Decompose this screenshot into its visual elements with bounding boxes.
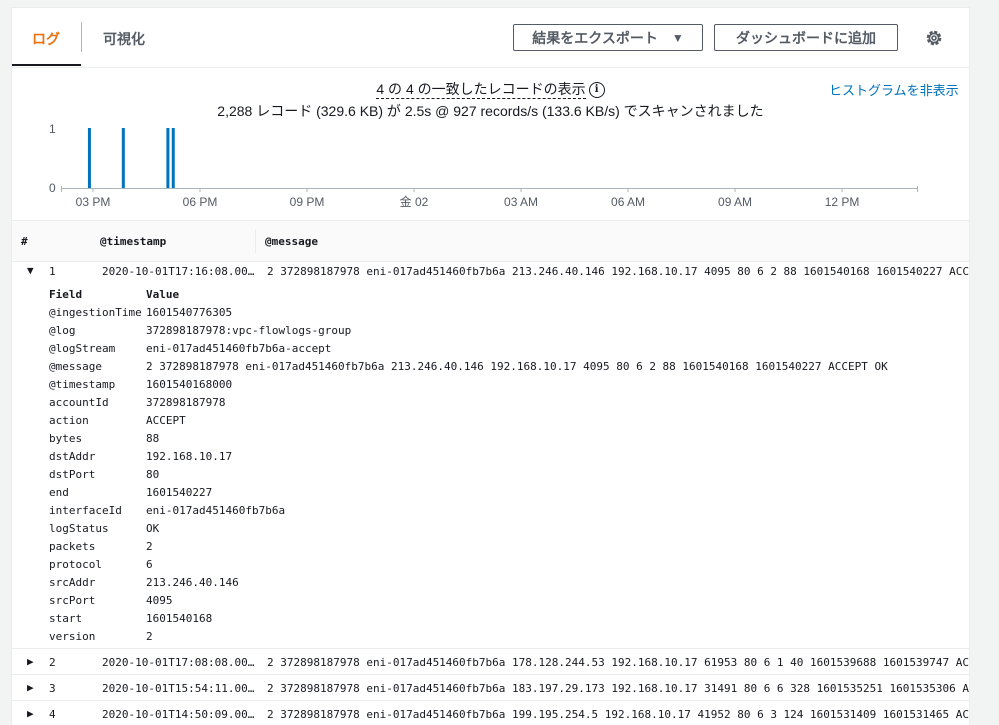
matched-records-text: 4 の 4 の一致したレコードの表示: [376, 81, 586, 99]
detail-field-header: Field: [49, 288, 83, 301]
detail-field-value: 2: [146, 540, 153, 553]
column-resize-handle[interactable]: [255, 229, 256, 253]
table-row[interactable]: ▶ 3 2020-10-01T15:54:11.00… 2 372898187978 …: [12, 680, 969, 698]
detail-field-value: 213.246.40.146: [146, 576, 239, 589]
detail-field-value: 4095: [146, 594, 173, 607]
table-row[interactable]: ▶ 4 2020-10-01T14:50:09.00… 2 372898187978 …: [12, 706, 969, 724]
export-results-button[interactable]: 結果をエクスポート ▼: [513, 24, 703, 51]
detail-field-value: eni-017ad451460fb7b6a-accept: [146, 342, 332, 355]
row-message: 2 372898187978 eni-017ad451460fb7b6a 183…: [267, 682, 970, 695]
detail-field-name: srcAddr: [49, 576, 96, 589]
detail-field-name: end: [49, 486, 69, 499]
column-header-number: #: [21, 235, 28, 248]
detail-field-value: 1601540168: [146, 612, 213, 625]
row-message: 2 372898187978 eni-017ad451460fb7b6a 178…: [267, 656, 970, 669]
detail-field-name: @message: [49, 360, 102, 373]
row-timestamp: 2020-10-01T17:08:08.00…: [102, 656, 255, 669]
x-tick-label: 09 PM: [290, 195, 325, 209]
detail-field-name: @logStream: [49, 342, 116, 355]
detail-field-name: @timestamp: [49, 378, 116, 391]
x-tick-label: 06 PM: [183, 195, 218, 209]
y-tick-label: 1: [49, 122, 56, 136]
detail-field-name: start: [49, 612, 83, 625]
detail-field-name: protocol: [49, 558, 102, 571]
log-event-detail: Field Value @ingestionTime 1601540776305 @lo…: [49, 288, 949, 648]
tab-visualization[interactable]: 可視化: [103, 29, 145, 49]
detail-field-name: interfaceId: [49, 504, 122, 517]
collapse-triangle-icon[interactable]: ▼: [27, 264, 34, 277]
hide-histogram-link[interactable]: ヒストグラムを非表示: [829, 80, 959, 99]
row-timestamp: 2020-10-01T15:54:11.00…: [102, 682, 255, 695]
detail-field-value: 192.168.10.17: [146, 450, 233, 463]
x-tick-label: 金 02: [400, 194, 429, 209]
detail-field-value: OK: [146, 522, 160, 535]
row-number: 1: [49, 265, 56, 278]
histogram-bar[interactable]: [87, 128, 91, 188]
caret-down-icon: ▼: [671, 30, 684, 45]
detail-field-value: 372898187978:vpc-flowlogs-group: [146, 324, 352, 337]
histogram-bar[interactable]: [166, 128, 170, 188]
expand-triangle-icon[interactable]: ▶: [27, 655, 34, 668]
detail-field-name: accountId: [49, 396, 109, 409]
x-tick-label: 03 AM: [504, 195, 538, 209]
y-tick-label: 0: [49, 181, 56, 195]
results-table-header: # @timestamp @message: [12, 220, 969, 262]
detail-field-value: 1601540776305: [146, 306, 233, 319]
table-row[interactable]: ▶ 2 2020-10-01T17:08:08.00… 2 372898187978 …: [12, 654, 969, 672]
x-tick-label: 03 PM: [76, 195, 111, 209]
detail-field-name: action: [49, 414, 89, 427]
x-tick-label: 09 AM: [718, 195, 752, 209]
column-header-message[interactable]: @message: [265, 235, 318, 248]
column-header-timestamp[interactable]: @timestamp: [100, 235, 166, 248]
logs-insights-results-panel: ログ 可視化 結果をエクスポート ▼ ダッシュボードに追加 4 の 4 の一致し…: [11, 7, 970, 725]
matched-records-summary: 4 の 4 の一致したレコードの表示 i: [12, 79, 969, 99]
tab-separator: [81, 22, 82, 52]
table-row[interactable]: ▼ 1 2020-10-01T17:16:08.00… 2 372898187978 …: [12, 263, 969, 281]
detail-field-name: bytes: [49, 432, 83, 445]
detail-field-value: eni-017ad451460fb7b6a: [146, 504, 286, 517]
add-to-dashboard-button[interactable]: ダッシュボードに追加: [714, 24, 898, 51]
histogram-bar[interactable]: [121, 128, 125, 188]
row-divider: [12, 648, 969, 649]
detail-field-name: @log: [49, 324, 76, 337]
expand-triangle-icon[interactable]: ▶: [27, 681, 34, 694]
x-tick-label: 12 PM: [825, 195, 860, 209]
detail-field-value: 2 372898187978 eni-017ad451460fb7b6a 213…: [146, 360, 888, 373]
row-divider: [12, 674, 969, 675]
row-message: 2 372898187978 eni-017ad451460fb7b6a 199…: [267, 708, 970, 721]
results-tab-bar: ログ 可視化 結果をエクスポート ▼ ダッシュボードに追加: [12, 8, 969, 68]
detail-field-value: 2: [146, 630, 153, 643]
histogram-bar[interactable]: [171, 128, 175, 188]
detail-field-name: version: [49, 630, 96, 643]
export-results-label: 結果をエクスポート: [532, 29, 658, 46]
detail-field-value: ACCEPT: [146, 414, 186, 427]
detail-field-value: 80: [146, 468, 160, 481]
detail-field-name: dstPort: [49, 468, 96, 481]
detail-field-name: srcPort: [49, 594, 96, 607]
detail-value-header: Value: [146, 288, 180, 301]
expand-triangle-icon[interactable]: ▶: [27, 707, 34, 720]
detail-field-name: logStatus: [49, 522, 109, 535]
records-histogram: 1 0 03 PM 06 PM 09 PM 金 02 03 AM 06 AM 09 AM 12 P…: [49, 122, 918, 209]
detail-field-value: 1601540168000: [146, 378, 233, 391]
x-tick-label: 06 AM: [611, 195, 645, 209]
detail-field-name: packets: [49, 540, 96, 553]
detail-field-name: @ingestionTime: [49, 306, 142, 319]
detail-field-value: 88: [146, 432, 160, 445]
row-timestamp: 2020-10-01T17:16:08.00…: [102, 265, 255, 278]
row-number: 3: [49, 682, 56, 695]
active-tab-indicator: [12, 64, 81, 66]
detail-field-value: 6: [146, 558, 153, 571]
gear-icon[interactable]: [924, 28, 944, 48]
row-divider: [12, 700, 969, 701]
detail-field-name: dstAddr: [49, 450, 96, 463]
detail-field-value: 1601540227: [146, 486, 213, 499]
info-icon[interactable]: i: [588, 82, 605, 99]
tab-logs[interactable]: ログ: [32, 29, 60, 49]
detail-field-value: 372898187978: [146, 396, 226, 409]
row-timestamp: 2020-10-01T14:50:09.00…: [102, 708, 255, 721]
row-number: 4: [49, 708, 56, 721]
row-message: 2 372898187978 eni-017ad451460fb7b6a 213…: [267, 265, 970, 278]
row-number: 2: [49, 656, 56, 669]
